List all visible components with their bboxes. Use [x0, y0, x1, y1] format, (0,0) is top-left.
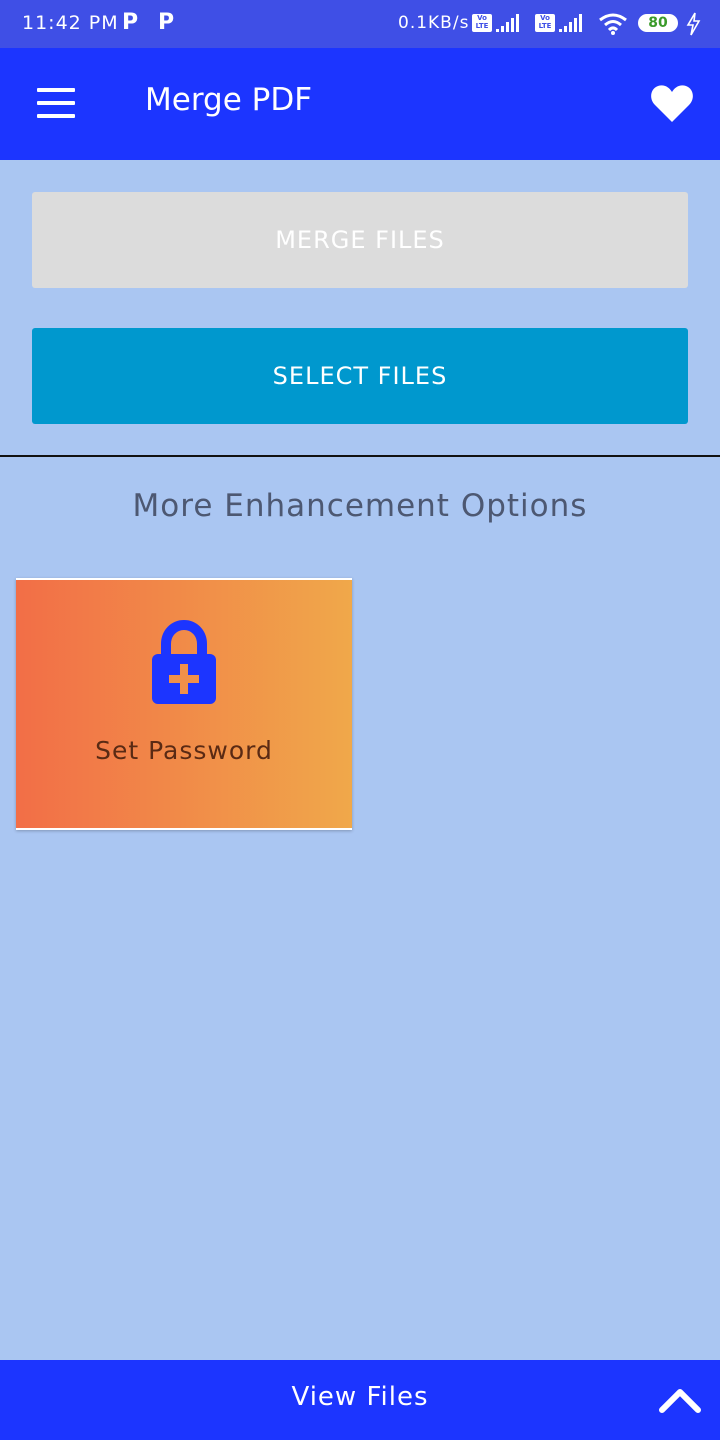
signal-icon [559, 14, 582, 32]
lock-plus-icon [152, 620, 216, 704]
volte-icon: Vo LTE [472, 14, 492, 32]
status-time: 11:42 PM [22, 12, 119, 34]
charging-icon [686, 12, 701, 36]
network-speed: 0.1KB/s [398, 13, 470, 33]
heart-icon[interactable] [650, 82, 694, 124]
battery-icon: 80 [638, 14, 678, 32]
battery-level: 80 [648, 15, 668, 31]
view-files-bar[interactable]: View Files [0, 1360, 720, 1440]
wifi-icon [599, 13, 627, 35]
merge-files-button[interactable]: MERGE FILES [32, 192, 688, 288]
app-bar: Merge PDF [0, 48, 720, 160]
volte-icon: Vo LTE [535, 14, 555, 32]
set-password-card[interactable]: Set Password [16, 578, 352, 830]
signal-icon [496, 14, 519, 32]
select-files-button[interactable]: SELECT FILES [32, 328, 688, 424]
app-title: Merge PDF [145, 82, 313, 118]
view-files-label: View Files [291, 1382, 429, 1412]
notification-p-icon: P [158, 10, 175, 35]
notification-p-icon: P [122, 10, 139, 35]
hamburger-menu-icon[interactable] [37, 88, 75, 118]
divider [0, 455, 720, 457]
status-bar: 11:42 PM P P 0.1KB/s Vo LTE Vo LTE 80 [0, 0, 720, 48]
chevron-up-icon[interactable] [658, 1386, 702, 1414]
section-title: More Enhancement Options [132, 488, 588, 524]
set-password-label: Set Password [95, 736, 273, 765]
